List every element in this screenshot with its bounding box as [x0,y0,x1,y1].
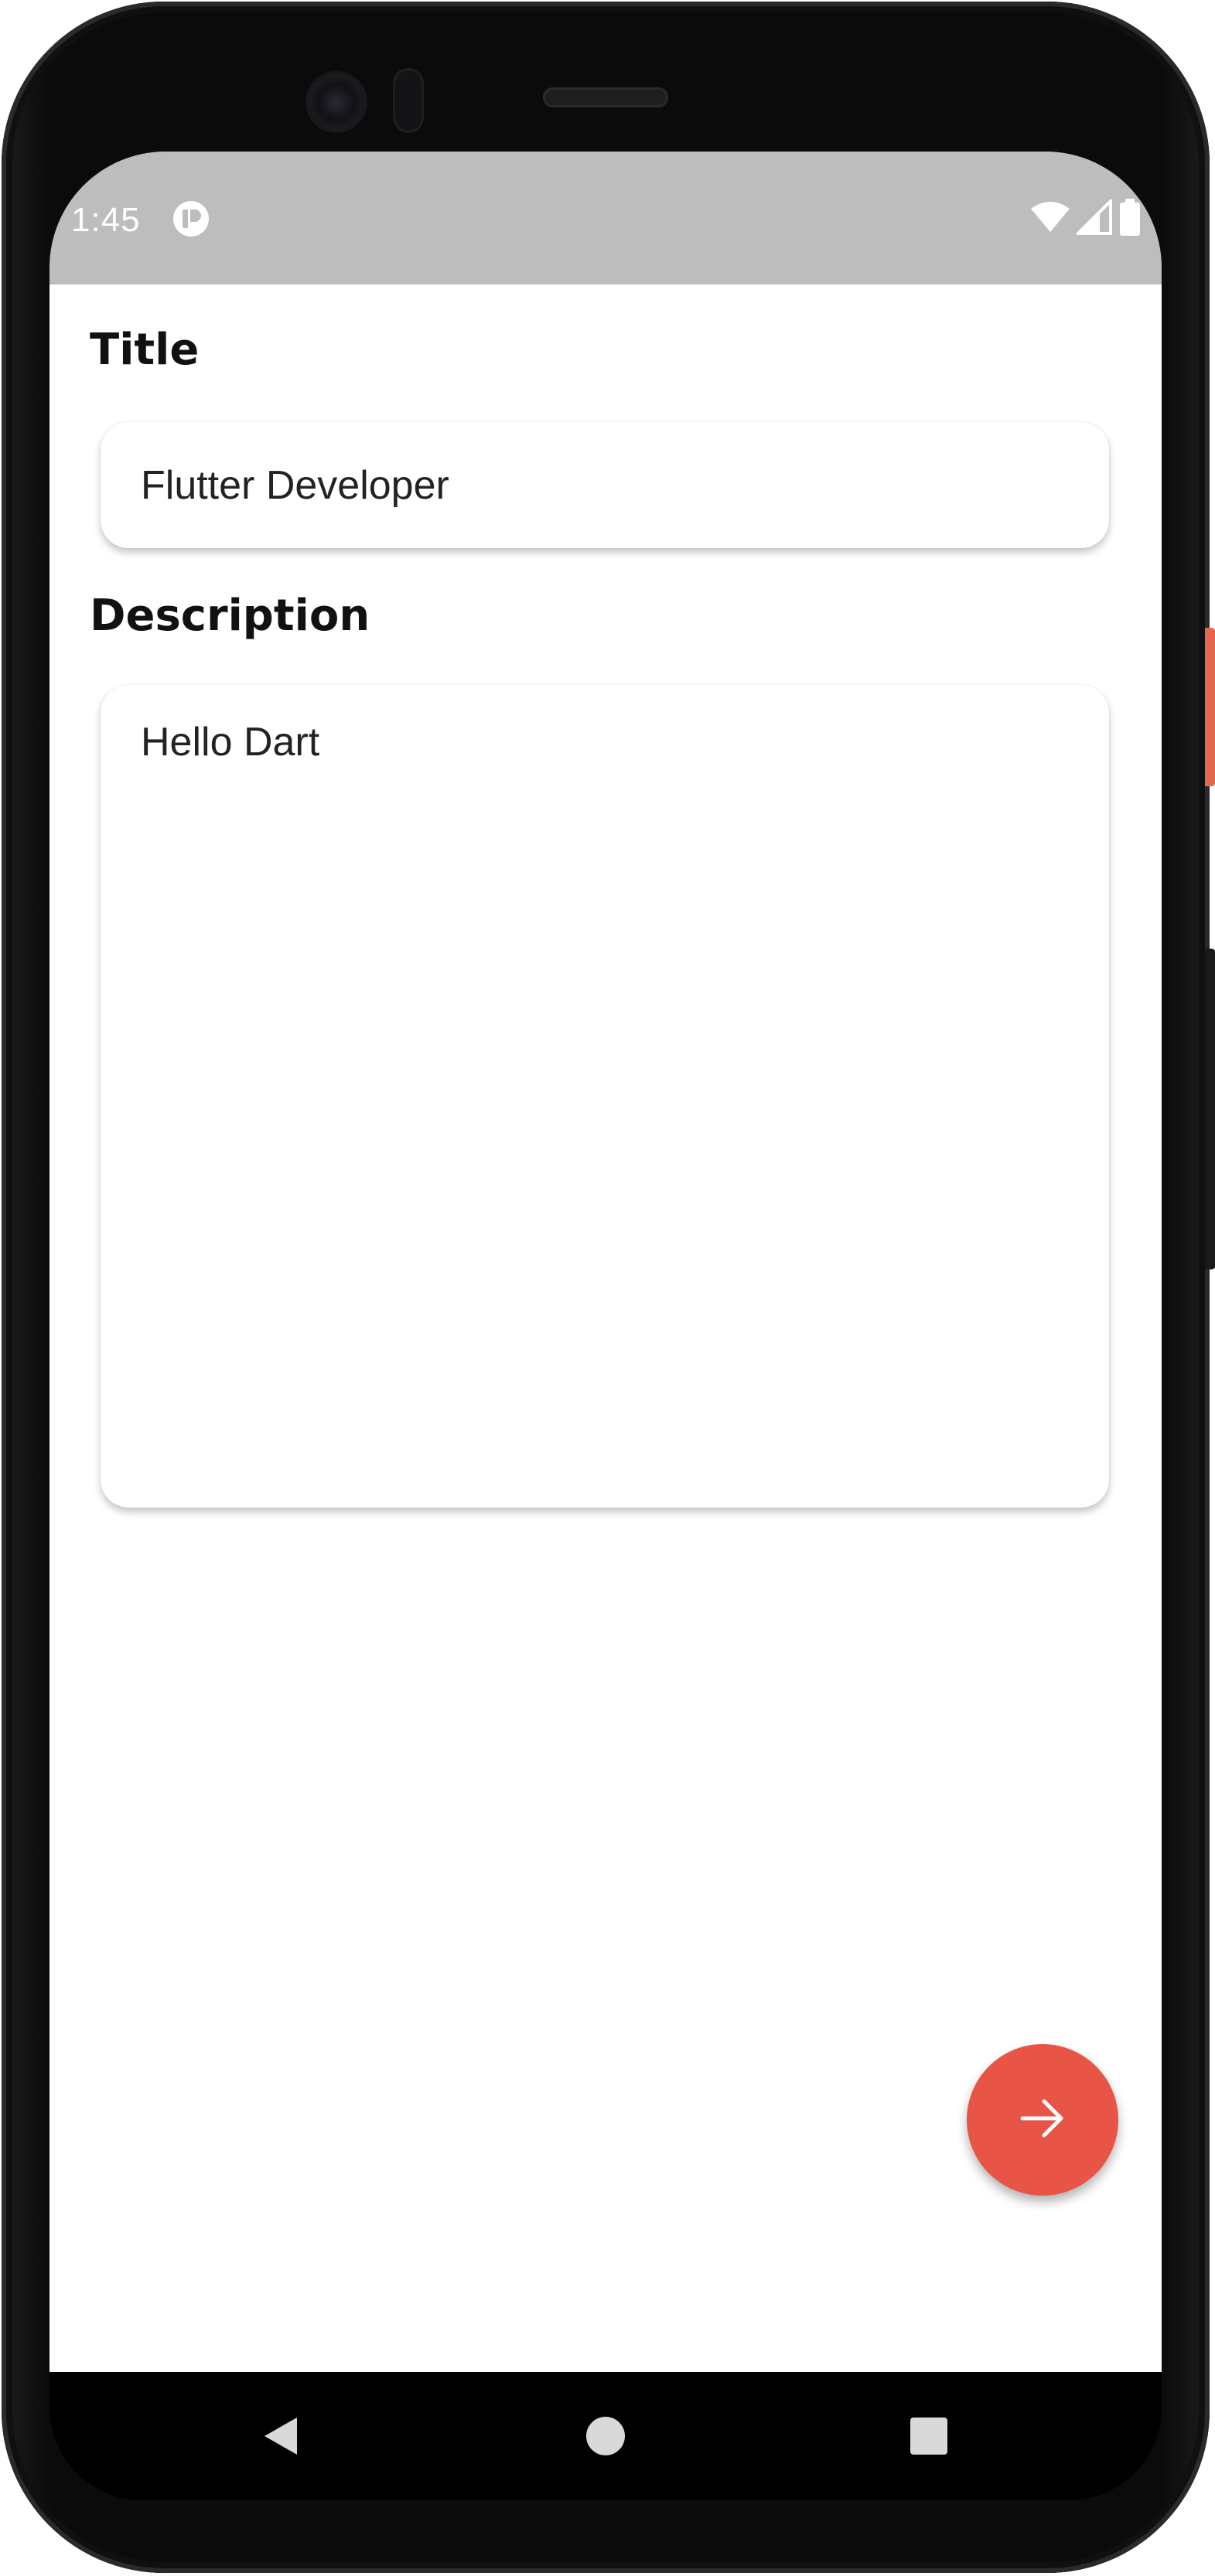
status-bar: 1:45 [49,152,1162,285]
title-input-text: Flutter Developer [141,463,449,508]
description-input-text: Hello Dart [141,720,320,765]
proximity-sensor [393,68,424,133]
power-button [1205,628,1215,786]
device-screen: 1:45 Title Flutter Developer Description… [49,152,1162,2500]
cellular-signal-icon [1074,196,1112,239]
next-button[interactable] [967,2044,1118,2196]
title-label: Title [90,325,200,375]
recents-icon[interactable] [906,2413,952,2459]
earpiece-speaker [543,87,668,107]
description-label: Description [90,591,370,641]
status-time: 1:45 [71,201,141,239]
home-icon[interactable] [582,2413,629,2459]
wifi-icon [1030,201,1070,237]
battery-icon [1118,198,1142,240]
volume-button [1205,949,1215,1269]
status-icons [1030,196,1142,240]
phone-frame: 1:45 Title Flutter Developer Description… [2,2,1215,2573]
front-camera [305,71,367,133]
form-content: Title Flutter Developer Description Hell… [49,285,1162,2372]
description-input[interactable]: Hello Dart [101,685,1109,1508]
app-notification-icon [172,199,210,238]
title-input[interactable]: Flutter Developer [101,422,1109,548]
back-icon[interactable] [258,2413,305,2459]
arrow-right-icon [1015,2090,1070,2150]
navigation-bar [49,2372,1162,2500]
